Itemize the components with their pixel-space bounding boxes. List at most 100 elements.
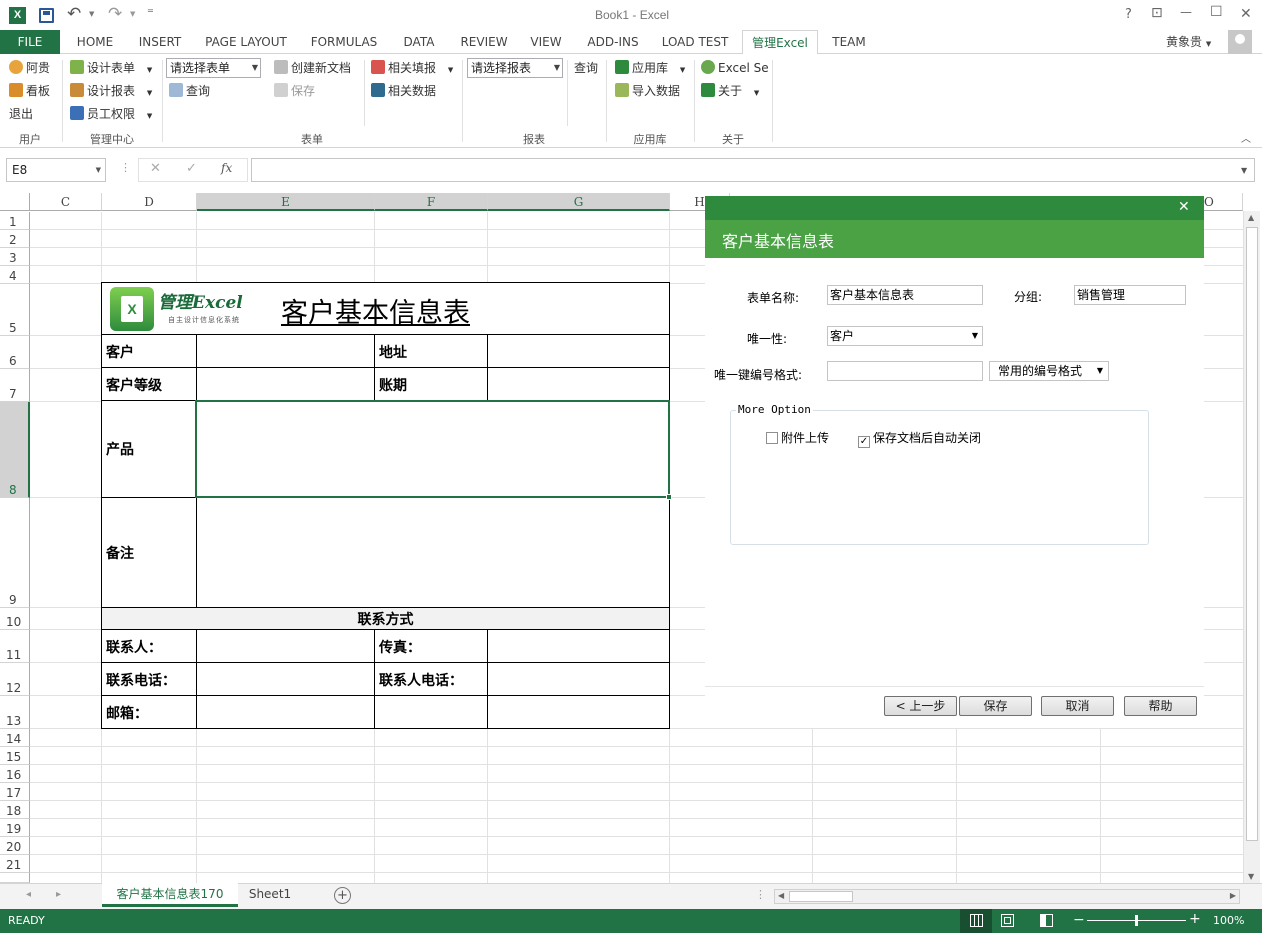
zoom-in-icon[interactable]: + [1189,911,1201,927]
row-header-19[interactable]: 19 [0,819,30,837]
tab-data[interactable]: DATA [396,30,442,54]
row-header-6[interactable]: 6 [0,336,30,369]
row-header-9[interactable]: 9 [0,498,30,608]
row-header-10[interactable]: 10 [0,608,30,630]
attachment-checkbox[interactable]: 附件上传 [766,429,829,446]
tab-file[interactable]: FILE [0,30,60,54]
expand-formula-icon[interactable]: ▼ [1241,166,1247,175]
collapse-ribbon-icon[interactable]: ︿ [1241,130,1251,145]
tab-add-ins[interactable]: ADD-INS [580,30,646,54]
new-sheet-button[interactable]: + [334,887,351,904]
input-customer[interactable] [197,335,374,367]
tab-formulas[interactable]: FORMULAS [306,30,382,54]
scroll-down-icon[interactable]: ▼ [1248,872,1254,881]
tab-guanli-excel[interactable]: 管理Excel [742,30,818,55]
related-data-button[interactable]: 相关数据 [371,82,436,100]
customize-qat-icon[interactable]: ⁼ [147,6,154,21]
unique-select[interactable]: 客户 ▼ [827,326,983,346]
undo-dropdown-icon[interactable]: ▼ [89,10,94,18]
key-format-input[interactable] [827,361,983,381]
row-header-18[interactable]: 18 [0,801,30,819]
create-document-button[interactable]: 创建新文档 [274,59,351,77]
help-icon[interactable]: ? [1125,7,1132,22]
dashboard-button[interactable]: 看板 [9,82,50,100]
employee-permission-button[interactable]: 员工权限 ▼ [70,105,152,123]
row-header-16[interactable]: 16 [0,765,30,783]
scroll-left-icon[interactable]: ◀ [778,891,784,900]
enter-formula-icon[interactable]: ✓ [186,161,197,176]
tab-splitter-icon[interactable]: ⋮ [755,888,766,901]
help-button[interactable]: 帮助 [1124,696,1197,716]
avatar[interactable] [1228,30,1252,54]
row-header-1[interactable]: 1 [0,212,30,230]
selected-cell-e8[interactable] [195,400,670,498]
page-break-view-button[interactable] [1040,914,1053,927]
save-form-button[interactable]: 保存 [274,82,315,100]
select-report-combo[interactable]: 请选择报表 ▼ [467,58,563,78]
page-layout-view-button[interactable] [1001,914,1014,927]
tab-home[interactable]: HOME [70,30,120,54]
horizontal-scrollbar[interactable]: ◀ ▶ [774,889,1240,904]
input-contact-phone[interactable] [197,663,374,695]
dialog-close-icon[interactable]: ✕ [1178,199,1190,215]
key-format-combo[interactable]: 常用的编号格式 ▼ [989,361,1109,381]
zoom-level[interactable]: 100% [1213,914,1244,927]
column-header-c[interactable]: C [30,193,102,211]
design-report-button[interactable]: 设计报表 ▼ [70,82,152,100]
normal-view-button[interactable] [960,909,992,933]
select-form-combo[interactable]: 请选择表单 ▼ [166,58,261,78]
input-email[interactable] [197,696,374,728]
close-icon[interactable]: ✕ [1240,6,1252,22]
formula-input[interactable] [251,158,1255,182]
save-button[interactable]: 保存 [959,696,1032,716]
undo-icon[interactable]: ↶ [67,4,81,24]
excel-se-button[interactable]: Excel Se [701,59,769,77]
column-header-g[interactable]: G [488,193,670,211]
column-header-d[interactable]: D [102,193,197,211]
maximize-icon[interactable]: ☐ [1210,4,1223,20]
row-header-2[interactable]: 2 [0,230,30,248]
tab-view[interactable]: VIEW [526,30,566,54]
row-header-15[interactable]: 15 [0,747,30,765]
row-header-17[interactable]: 17 [0,783,30,801]
ribbon-display-options-icon[interactable]: ⊡ [1151,5,1163,21]
redo-dropdown-icon[interactable]: ▼ [130,10,135,18]
group-input[interactable]: 销售管理 [1074,285,1186,305]
auto-close-checkbox[interactable]: ✓ 保存文档后自动关闭 [858,429,981,448]
row-header-3[interactable]: 3 [0,248,30,266]
related-fill-button[interactable]: 相关填报 ▼ [371,59,453,77]
app-library-button[interactable]: 应用库 ▼ [615,59,685,77]
column-header-e[interactable]: E [197,193,375,211]
input-remark[interactable] [197,498,669,607]
column-header-f[interactable]: F [375,193,488,211]
form-query-button[interactable]: 查询 [169,82,210,100]
sheet-tab-sheet1[interactable]: Sheet1 [240,887,300,901]
save-icon[interactable] [39,8,54,23]
report-query-button[interactable]: 查询 [574,59,598,77]
tab-insert[interactable]: INSERT [134,30,186,54]
import-data-button[interactable]: 导入数据 [615,82,680,100]
tab-load-test[interactable]: LOAD TEST [658,30,732,54]
name-box[interactable]: E8 ▼ [6,158,106,182]
scroll-sheets-right-icon[interactable]: ▸ [56,889,61,900]
horizontal-scroll-thumb[interactable] [789,891,853,902]
row-header-8[interactable]: 8 [0,402,30,498]
row-header-12[interactable]: 12 [0,663,30,696]
row-header-13[interactable]: 13 [0,696,30,729]
minimize-icon[interactable]: — [1180,5,1192,19]
prev-step-button[interactable]: < 上一步 [884,696,957,716]
zoom-slider-thumb[interactable] [1135,915,1138,926]
redo-icon[interactable]: ↷ [108,4,122,24]
tab-review[interactable]: REVIEW [456,30,512,54]
about-button[interactable]: 关于 ▼ [701,82,759,100]
vertical-scroll-thumb[interactable] [1246,227,1258,841]
cancel-formula-icon[interactable]: ✕ [150,161,161,176]
row-header-11[interactable]: 11 [0,630,30,663]
input-contact-person[interactable] [197,630,374,662]
fill-handle[interactable] [666,494,672,500]
row-header-14[interactable]: 14 [0,729,30,747]
logout-button[interactable]: 退出 [9,105,33,123]
user-name[interactable]: 黄象贵 ▼ [1166,30,1224,54]
select-all-corner[interactable] [0,193,30,211]
zoom-out-icon[interactable]: − [1073,912,1085,928]
